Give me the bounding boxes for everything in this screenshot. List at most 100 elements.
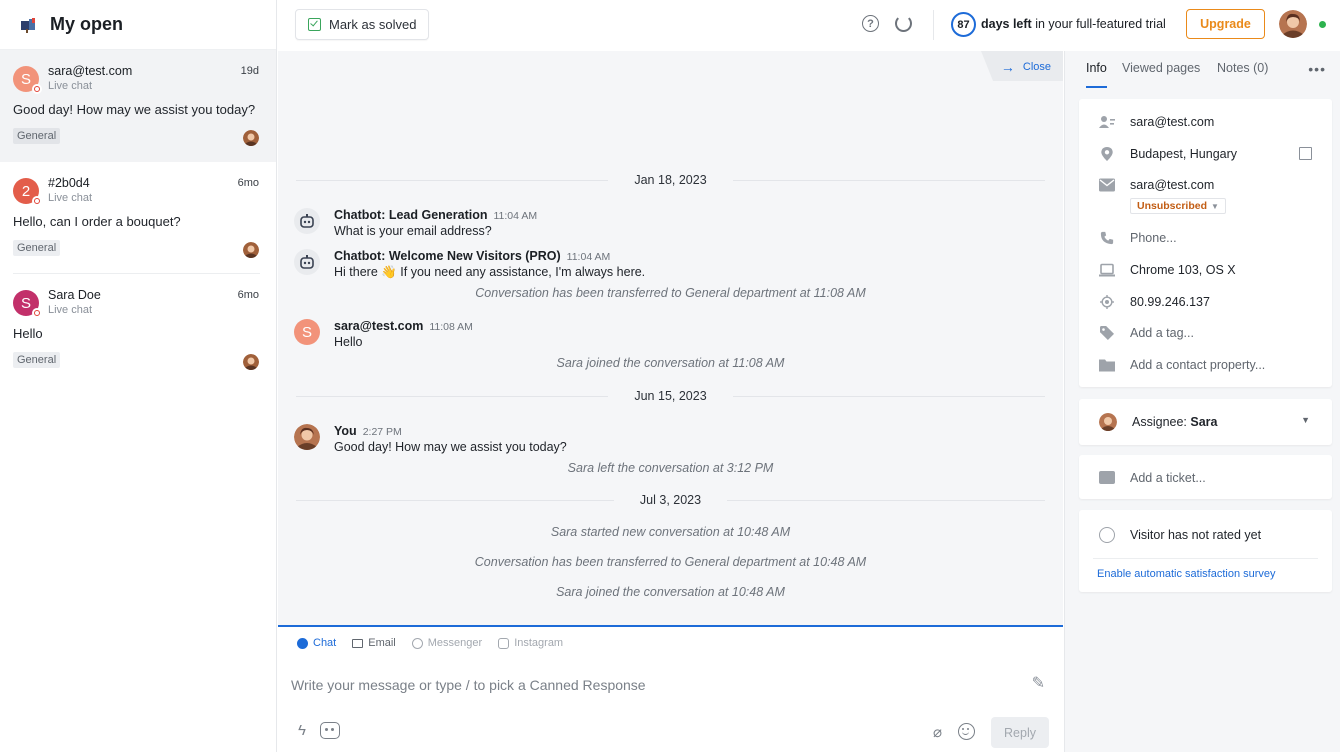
add-ticket-card[interactable]: Add a ticket... <box>1079 455 1332 499</box>
add-tag-label: Add a tag... <box>1130 326 1194 340</box>
tab-viewed-pages[interactable]: Viewed pages <box>1122 61 1200 88</box>
refresh-icon[interactable] <box>895 15 912 32</box>
conversation-preview: Hello <box>13 326 43 341</box>
department-tag: General <box>13 128 61 144</box>
assignee-avatar <box>243 354 259 370</box>
conversation-name: sara@test.com <box>48 64 133 78</box>
assignee-dropdown[interactable]: Assignee: Sara ▼ <box>1079 399 1332 445</box>
message-time: 11:04 AM <box>493 210 538 222</box>
conversation-channel: Live chat <box>48 192 93 204</box>
contact-name-row[interactable]: sara@test.com <box>1079 113 1332 133</box>
visitor-avatar: S <box>294 319 320 345</box>
add-ticket-label: Add a ticket... <box>1130 471 1206 485</box>
conversation-preview: Good day! How may we assist you today? <box>13 102 256 117</box>
user-avatar[interactable] <box>1279 10 1307 38</box>
rating-card: Visitor has not rated yet Enable automat… <box>1079 510 1332 592</box>
trial-days-badge: 87 <box>951 12 976 37</box>
visitor-info-panel: Info Viewed pages Notes (0) ••• sara@tes… <box>1064 51 1340 752</box>
message-text: Hello <box>334 335 363 349</box>
folder-icon <box>1099 359 1115 372</box>
email-icon <box>352 638 364 648</box>
tab-chat[interactable]: Chat <box>297 637 336 649</box>
offline-status-icon <box>32 84 42 94</box>
phone-row[interactable]: Phone... <box>1079 229 1332 249</box>
tab-label: Email <box>368 637 396 649</box>
tab-instagram[interactable]: Instagram <box>498 637 563 649</box>
conversation-time: 19d <box>240 65 259 77</box>
upgrade-button[interactable]: Upgrade <box>1186 9 1265 39</box>
message-text: Hi there 👋 If you need any assistance, I… <box>334 265 646 279</box>
conversation-channel: Live chat <box>48 304 93 316</box>
conversation-item[interactable]: 2 #2b0d4 Live chat 6mo Hello, can I orde… <box>0 162 276 274</box>
message-text: Good day! How may we assist you today? <box>334 440 567 454</box>
chatbot-icon[interactable] <box>320 722 340 739</box>
external-link-icon[interactable] <box>1299 147 1312 160</box>
offline-status-icon <box>32 308 42 318</box>
assignee-label: Assignee: Sara <box>1132 415 1217 429</box>
messenger-icon <box>411 637 423 649</box>
robot-icon <box>300 255 314 269</box>
visitor-avatar: S <box>13 66 42 94</box>
visitor-avatar: 2 <box>13 178 42 206</box>
conversation-name: Sara Doe <box>48 288 101 302</box>
avatar-letter: 2 <box>21 182 31 200</box>
add-property-row[interactable]: Add a contact property... <box>1079 356 1332 376</box>
smiley-icon <box>1099 527 1115 543</box>
close-conversation-button[interactable]: → Close <box>1001 59 1051 75</box>
agent-avatar <box>294 424 320 450</box>
message-input[interactable] <box>291 671 991 699</box>
mark-as-solved-button[interactable]: Mark as solved <box>295 9 430 40</box>
add-tag-row[interactable]: Add a tag... <box>1079 324 1332 344</box>
browser-row: Chrome 103, OS X <box>1079 261 1332 281</box>
phone-icon <box>1100 231 1114 245</box>
help-icon[interactable]: ? <box>862 15 879 32</box>
crosshair-icon <box>1100 295 1114 309</box>
conversation-name: #2b0d4 <box>48 176 90 190</box>
ip-row: 80.99.246.137 <box>1079 293 1332 313</box>
contact-card-icon <box>1099 116 1115 128</box>
sidebar-title: My open <box>50 14 124 34</box>
arrow-right-icon: → <box>1000 59 1015 75</box>
sender-name: Chatbot: Welcome New Visitors (PRO) <box>334 249 561 263</box>
contact-name: sara@test.com <box>1130 115 1215 129</box>
add-property-label: Add a contact property... <box>1130 358 1266 372</box>
conversation-item[interactable]: S Sara Doe Live chat 6mo Hello General <box>0 274 276 386</box>
magic-wand-icon[interactable]: ✎ <box>1032 673 1045 693</box>
caret-down-icon: ▼ <box>1211 201 1219 211</box>
enable-survey-link[interactable]: Enable automatic satisfaction survey <box>1097 568 1276 580</box>
location-pin-icon <box>1101 147 1113 161</box>
tab-messenger[interactable]: Messenger <box>411 637 483 649</box>
reply-button[interactable]: Reply <box>991 717 1049 748</box>
message-sender: You 2:27 PM <box>334 424 402 438</box>
instagram-icon <box>498 637 510 649</box>
close-label: Close <box>1022 61 1051 73</box>
panel-tabs: Info Viewed pages Notes (0) ••• <box>1079 61 1340 89</box>
subscription-status: Unsubscribed <box>1137 200 1208 212</box>
more-options-icon[interactable]: ••• <box>1308 61 1326 77</box>
tab-notes[interactable]: Notes (0) <box>1217 61 1268 88</box>
tab-email[interactable]: Email <box>352 637 396 649</box>
emoji-icon[interactable] <box>958 723 975 740</box>
system-message: Sara left the conversation at 3:12 PM <box>567 461 774 475</box>
trial-days-label: days left <box>981 17 1032 31</box>
message-sender: Chatbot: Lead Generation 11:04 AM <box>334 208 537 222</box>
tab-info[interactable]: Info <box>1086 61 1107 88</box>
chatbot-avatar <box>294 208 320 234</box>
attachment-icon[interactable]: ⌀ <box>933 723 942 741</box>
message-time: 11:08 AM <box>429 321 473 333</box>
lightning-icon[interactable]: ϟ <box>298 722 306 739</box>
subscription-dropdown[interactable]: Unsubscribed ▼ <box>1130 198 1226 214</box>
tag-icon <box>1100 326 1114 340</box>
department-tag: General <box>13 240 61 256</box>
browser-text: Chrome 103, OS X <box>1130 263 1236 277</box>
message-time: 2:27 PM <box>362 426 402 438</box>
caret-down-icon: ▼ <box>1301 415 1310 425</box>
top-bar: Mark as solved ? 87 days left in your fu… <box>277 0 1340 50</box>
conversation-item[interactable]: S sara@test.com Live chat 19d Good day! … <box>0 50 276 162</box>
message-composer: Chat Email Messenger Instagram ✎ ϟ ⌀ Rep… <box>278 625 1063 752</box>
rating-status: Visitor has not rated yet <box>1130 528 1262 542</box>
tab-label: Messenger <box>427 637 483 649</box>
chatbot-avatar <box>294 249 320 275</box>
assignee-avatar <box>1099 413 1117 431</box>
assignee-avatar <box>243 242 259 258</box>
